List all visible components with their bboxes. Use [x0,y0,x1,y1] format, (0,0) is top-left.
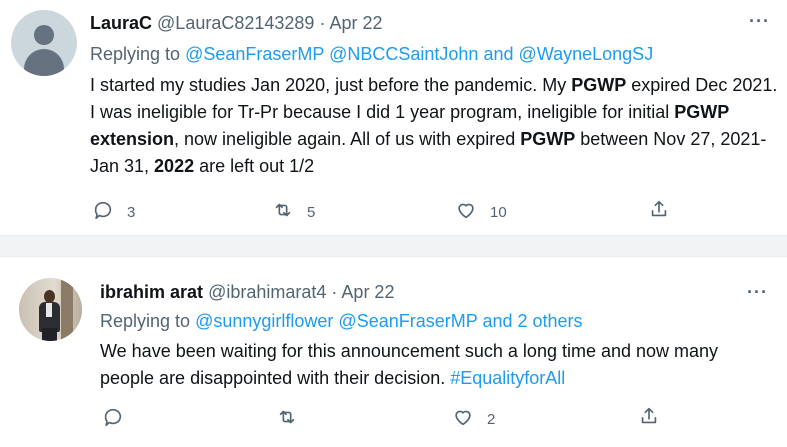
share-icon [648,198,670,224]
replying-to: Replying to @sunnygirlflower @SeanFraser… [100,311,583,332]
mention-others[interactable]: and 2 others [482,311,582,331]
tweet-text: We have been waiting for this announceme… [100,341,719,388]
retweet-icon [276,406,298,432]
share-icon [638,405,660,431]
meta-separator: · [319,13,326,33]
avatar[interactable] [19,278,82,341]
reply-button[interactable] [102,406,137,432]
like-button[interactable]: 10 [455,199,507,225]
tweet-header: LauraC @LauraC82143289 · Apr 22 [90,13,383,34]
like-icon [452,406,474,432]
replying-prefix: Replying to [100,311,191,331]
tweet-date[interactable]: Apr 22 [341,282,394,302]
reply-button[interactable]: 3 [92,199,135,225]
author-handle[interactable]: @ibrahimarat4 [208,282,326,302]
meta-separator: · [331,282,338,302]
tweet-text: I started my studies Jan 2020, just befo… [90,75,778,176]
author-handle[interactable]: @LauraC82143289 [157,13,314,33]
hashtag-link[interactable]: #EqualityforAll [450,368,565,388]
mention-link[interactable]: @sunnygirlflower [195,311,333,331]
mention-link[interactable]: @SeanFraserMP [185,44,324,64]
tweet-divider [0,235,787,257]
tweet-date[interactable]: Apr 22 [329,13,382,33]
retweet-count: 5 [307,203,316,221]
tweet[interactable]: LauraC @LauraC82143289 · Apr 22 ··· Repl… [0,0,787,235]
tweet[interactable]: ibrahim arat @ibrahimarat4 · Apr 22 ··· … [0,257,787,447]
more-icon[interactable]: ··· [749,11,770,32]
author-name[interactable]: ibrahim arat [100,282,203,302]
like-button[interactable]: 2 [452,406,495,432]
replying-to: Replying to @SeanFraserMP @NBCCSaintJohn… [90,44,653,65]
mention-link[interactable]: @WayneLongSJ [519,44,654,64]
retweet-icon [272,199,294,225]
reply-icon [92,199,114,225]
more-icon[interactable]: ··· [747,282,768,303]
retweet-button[interactable]: 5 [272,199,315,225]
tweet-header: ibrahim arat @ibrahimarat4 · Apr 22 [100,282,394,303]
reply-count: 3 [127,203,136,221]
share-button[interactable] [648,198,670,224]
mention-link[interactable]: @NBCCSaintJohn [329,44,478,64]
mention-link[interactable]: @SeanFraserMP [338,311,477,331]
retweet-button[interactable] [276,406,311,432]
mention-conjunction[interactable]: and [483,44,513,64]
default-avatar-icon[interactable] [11,10,77,76]
author-name[interactable]: LauraC [90,13,152,33]
like-icon [455,199,477,225]
share-button[interactable] [638,405,660,431]
like-count: 10 [490,203,507,221]
like-count: 2 [487,410,496,428]
reply-icon [102,406,124,432]
replying-prefix: Replying to [90,44,181,64]
